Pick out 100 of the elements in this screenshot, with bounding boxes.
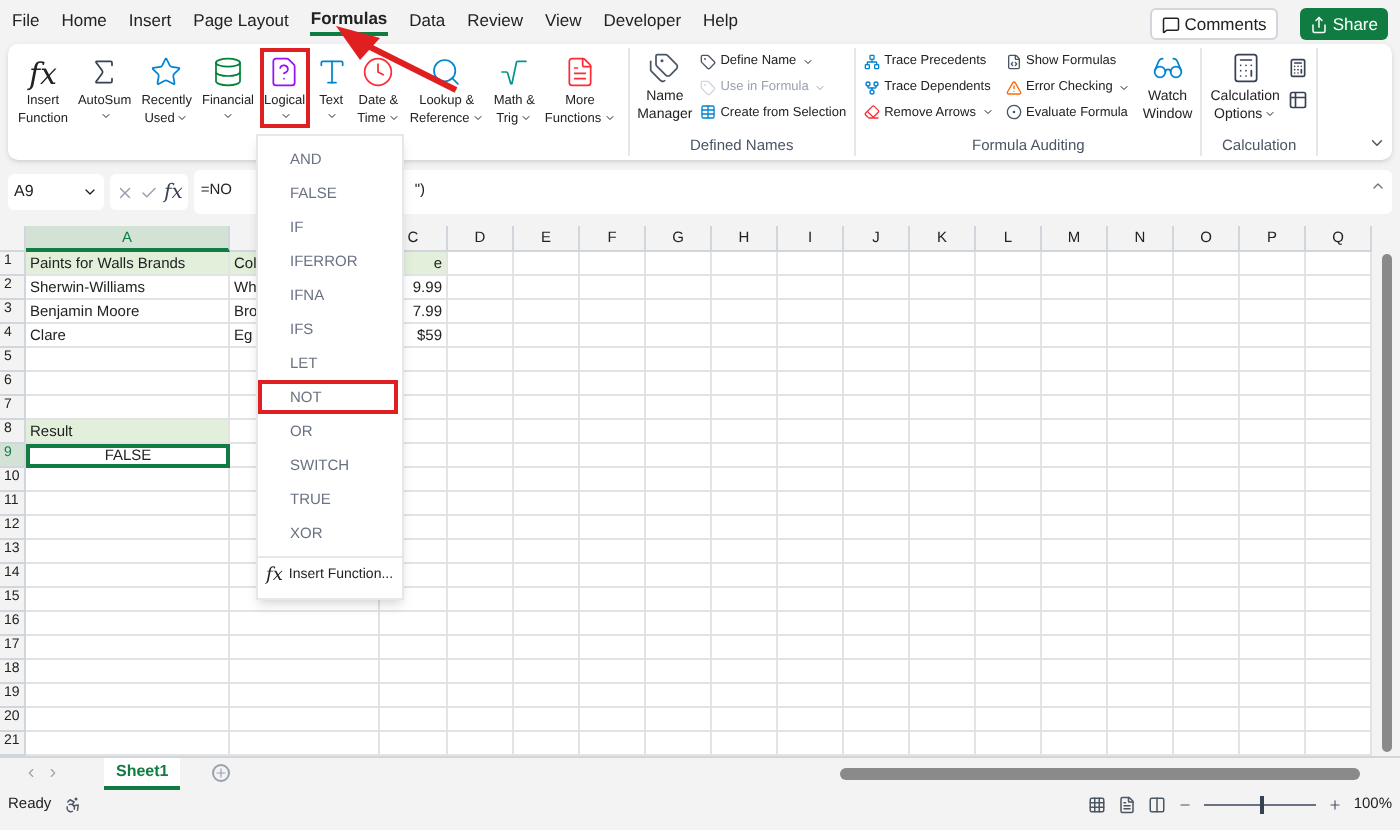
empty-cell bbox=[448, 444, 514, 468]
empty-cell bbox=[646, 492, 712, 516]
empty-cell bbox=[1240, 612, 1306, 636]
warning-icon bbox=[1005, 79, 1022, 96]
empty-cell bbox=[1042, 540, 1108, 564]
empty-cell bbox=[844, 372, 910, 396]
empty-cell bbox=[448, 372, 514, 396]
calculator-icon[interactable] bbox=[1287, 58, 1308, 78]
empty-cell bbox=[712, 516, 778, 540]
vertical-scrollbar[interactable] bbox=[1372, 226, 1400, 756]
clock-icon bbox=[362, 56, 395, 88]
empty-cell bbox=[844, 540, 910, 564]
ribbon-tab[interactable]: Page Layout bbox=[193, 4, 289, 36]
caret-icon bbox=[1264, 108, 1277, 121]
ribbon-tab[interactable]: Review bbox=[467, 4, 523, 36]
ribbon-tab[interactable]: View bbox=[545, 4, 582, 36]
empty-cell bbox=[1174, 468, 1240, 492]
empty-cell bbox=[844, 300, 910, 324]
empty-cell bbox=[580, 468, 646, 492]
table-icon[interactable] bbox=[1287, 90, 1308, 110]
ribbon-tab[interactable]: Data bbox=[409, 4, 446, 36]
tag-icon bbox=[700, 53, 717, 70]
empty-cell bbox=[1240, 492, 1306, 516]
empty-cell bbox=[448, 564, 514, 588]
collapse-icon[interactable] bbox=[1370, 178, 1386, 194]
letter-icon bbox=[315, 56, 348, 88]
empty-cell bbox=[778, 348, 844, 372]
empty-cell bbox=[646, 420, 712, 444]
empty-cell bbox=[580, 588, 646, 612]
ribbon-tab[interactable]: Help bbox=[703, 4, 739, 36]
empty-cell bbox=[778, 636, 844, 660]
function-icon: fx bbox=[266, 563, 283, 591]
question-icon bbox=[268, 56, 301, 88]
empty-cell bbox=[514, 372, 580, 396]
empty-cell bbox=[844, 396, 910, 420]
empty-cell bbox=[1042, 444, 1108, 468]
ribbon-tab[interactable]: File bbox=[12, 4, 40, 36]
empty-cell bbox=[778, 444, 844, 468]
empty-cell bbox=[1042, 420, 1108, 444]
zoom-thumb[interactable] bbox=[1259, 795, 1264, 813]
empty-cell bbox=[976, 684, 1042, 708]
empty-cell bbox=[910, 540, 976, 564]
empty-cell bbox=[844, 348, 910, 372]
empty-cell bbox=[844, 444, 910, 468]
empty-cell bbox=[910, 276, 976, 300]
empty-cell bbox=[448, 276, 514, 300]
comments-button[interactable]: Comments bbox=[1150, 8, 1279, 40]
sheet-tab[interactable]: Sheet1 bbox=[104, 757, 181, 789]
empty-cell bbox=[514, 564, 580, 588]
empty-cell bbox=[1240, 588, 1306, 612]
empty-cell bbox=[778, 324, 844, 348]
empty-cell bbox=[448, 324, 514, 348]
document-icon bbox=[564, 56, 596, 88]
empty-cell bbox=[910, 468, 976, 492]
normal-view-icon[interactable] bbox=[1087, 795, 1106, 813]
empty-cell bbox=[844, 516, 910, 540]
ribbon-tab[interactable]: Home bbox=[61, 4, 107, 36]
database-icon bbox=[211, 56, 244, 88]
empty-cell bbox=[1240, 324, 1306, 348]
ribbon-tab[interactable]: Developer bbox=[603, 4, 682, 36]
empty-cell bbox=[976, 276, 1042, 300]
empty-cell bbox=[712, 276, 778, 300]
empty-cell bbox=[1240, 564, 1306, 588]
share-button[interactable]: Share bbox=[1300, 8, 1388, 40]
empty-cell bbox=[1240, 276, 1306, 300]
empty-cell bbox=[1240, 540, 1306, 564]
empty-cell bbox=[1174, 348, 1240, 372]
empty-cell bbox=[646, 564, 712, 588]
empty-cell bbox=[976, 252, 1042, 276]
empty-cell bbox=[514, 396, 580, 420]
empty-cell bbox=[1240, 684, 1306, 708]
collapse-icon[interactable] bbox=[1368, 134, 1386, 152]
empty-cell bbox=[1108, 252, 1174, 276]
empty-cell bbox=[580, 300, 646, 324]
empty-cell bbox=[1240, 636, 1306, 660]
empty-cell bbox=[778, 684, 844, 708]
empty-cell bbox=[1174, 492, 1240, 516]
empty-cell bbox=[778, 300, 844, 324]
empty-cell bbox=[646, 468, 712, 492]
empty-cell bbox=[712, 396, 778, 420]
empty-cell bbox=[448, 492, 514, 516]
empty-cell bbox=[910, 444, 976, 468]
empty-cell bbox=[1240, 348, 1306, 372]
empty-cell bbox=[844, 276, 910, 300]
ribbon-tab[interactable]: Insert bbox=[128, 4, 172, 36]
empty-cell bbox=[778, 468, 844, 492]
empty-cell bbox=[1240, 420, 1306, 444]
empty-cell bbox=[844, 468, 910, 492]
accessibility-icon[interactable] bbox=[63, 795, 82, 813]
name-box[interactable]: A9 bbox=[8, 174, 104, 210]
cancel-icon[interactable] bbox=[116, 183, 134, 201]
empty-cell bbox=[448, 588, 514, 612]
empty-cell bbox=[1042, 612, 1108, 636]
horizontal-scrollbar[interactable] bbox=[840, 767, 1360, 779]
zoom-in-icon[interactable] bbox=[1327, 797, 1342, 811]
empty-cell bbox=[1174, 612, 1240, 636]
empty-cell bbox=[844, 636, 910, 660]
empty-cell bbox=[976, 564, 1042, 588]
page-layout-icon[interactable] bbox=[1117, 795, 1136, 813]
page-break-icon[interactable] bbox=[1147, 795, 1166, 813]
